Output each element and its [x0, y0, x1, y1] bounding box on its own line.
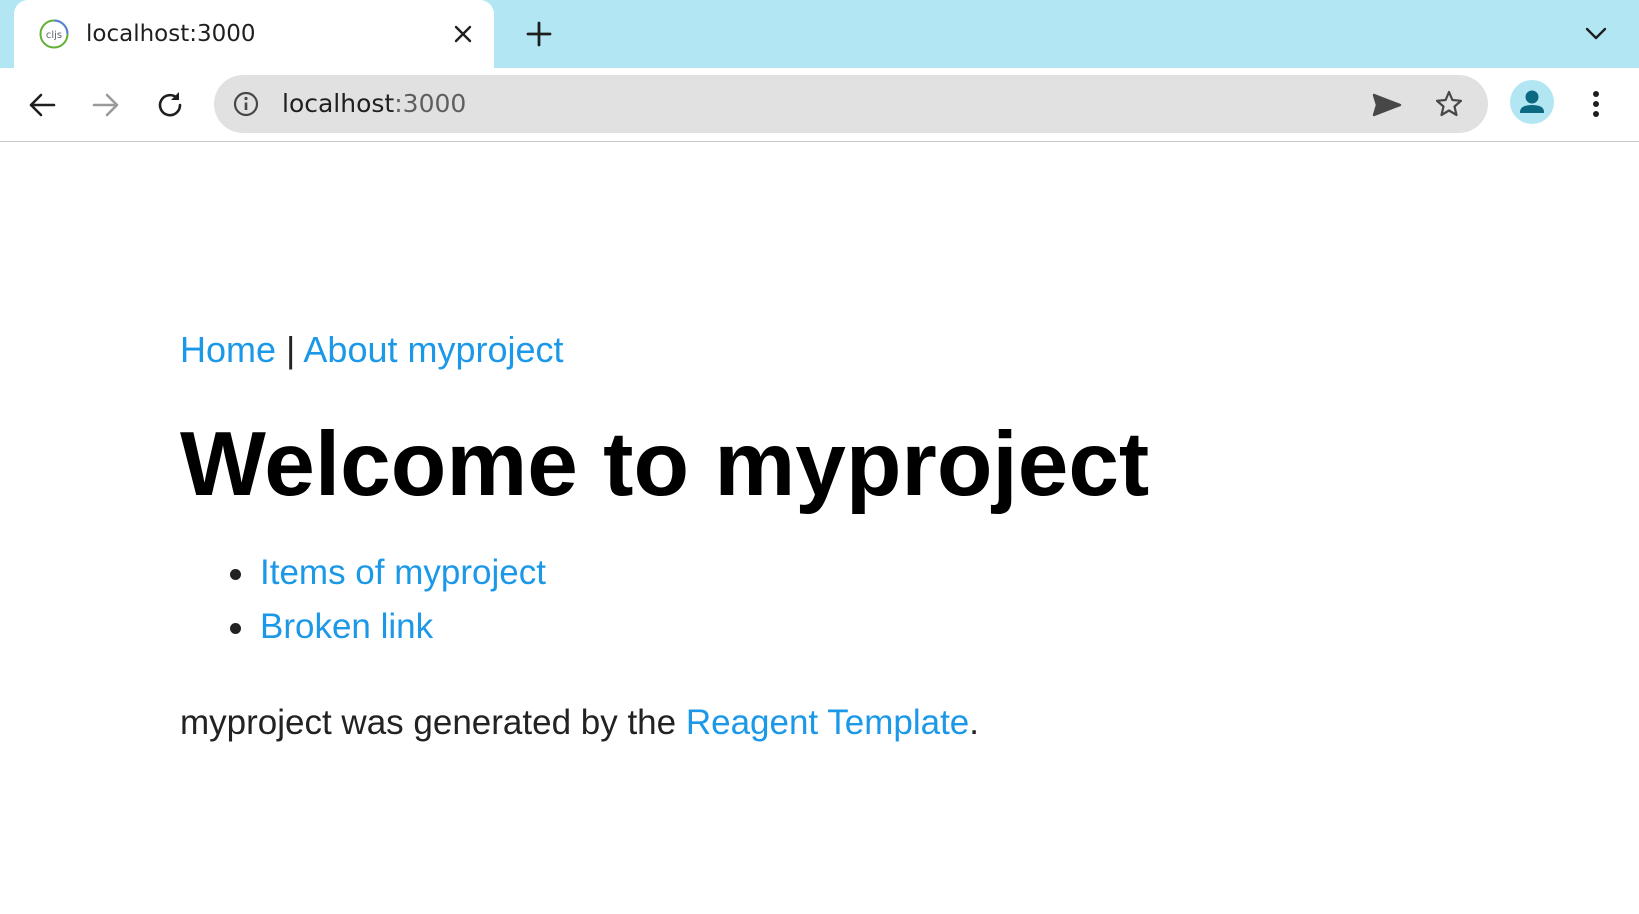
reagent-template-link[interactable]: Reagent Template — [686, 703, 969, 742]
nav-home-link[interactable]: Home — [180, 329, 276, 370]
tab-title: localhost:3000 — [86, 21, 256, 47]
forward-arrow-icon[interactable] — [84, 83, 128, 127]
items-link[interactable]: Items of myproject — [260, 553, 546, 592]
send-icon[interactable] — [1370, 88, 1404, 122]
close-icon[interactable] — [448, 19, 478, 49]
page-content: Home | About myproject Welcome to myproj… — [180, 320, 1480, 742]
links-list: Items of myproject Broken link — [180, 546, 546, 654]
top-nav: Home | About myproject — [180, 320, 1480, 380]
info-icon[interactable] — [232, 90, 260, 118]
tab-strip: cljs localhost:3000 — [0, 0, 1639, 68]
chevron-down-icon[interactable] — [1580, 18, 1612, 50]
back-arrow-icon[interactable] — [20, 83, 64, 127]
list-item: Broken link — [180, 600, 546, 654]
url-host: localhost — [282, 89, 395, 118]
url-text[interactable]: localhost:3000 — [282, 88, 466, 120]
page-title: Welcome to myproject — [180, 414, 1150, 515]
nav-about-link[interactable]: About myproject — [303, 329, 563, 370]
bullet — [230, 623, 241, 634]
menu-icon[interactable] — [1580, 82, 1612, 126]
bullet — [230, 569, 241, 580]
svg-text:cljs: cljs — [46, 30, 62, 41]
footer-prefix: myproject was generated by the — [180, 703, 686, 742]
footer-text: myproject was generated by the Reagent T… — [180, 698, 979, 748]
url-port: :3000 — [394, 89, 467, 118]
reload-icon[interactable] — [148, 83, 192, 127]
star-icon[interactable] — [1432, 87, 1466, 121]
profile-icon[interactable] — [1510, 80, 1554, 124]
cljs-favicon-icon: cljs — [38, 18, 70, 50]
list-item: Items of myproject — [180, 546, 546, 600]
browser-toolbar: localhost:3000 — [0, 68, 1639, 142]
broken-link[interactable]: Broken link — [260, 607, 433, 646]
address-bar[interactable]: localhost:3000 — [214, 75, 1488, 133]
footer-suffix: . — [969, 703, 979, 742]
nav-separator: | — [286, 329, 296, 370]
browser-tab[interactable]: cljs localhost:3000 — [14, 0, 494, 68]
plus-icon[interactable] — [522, 17, 556, 51]
